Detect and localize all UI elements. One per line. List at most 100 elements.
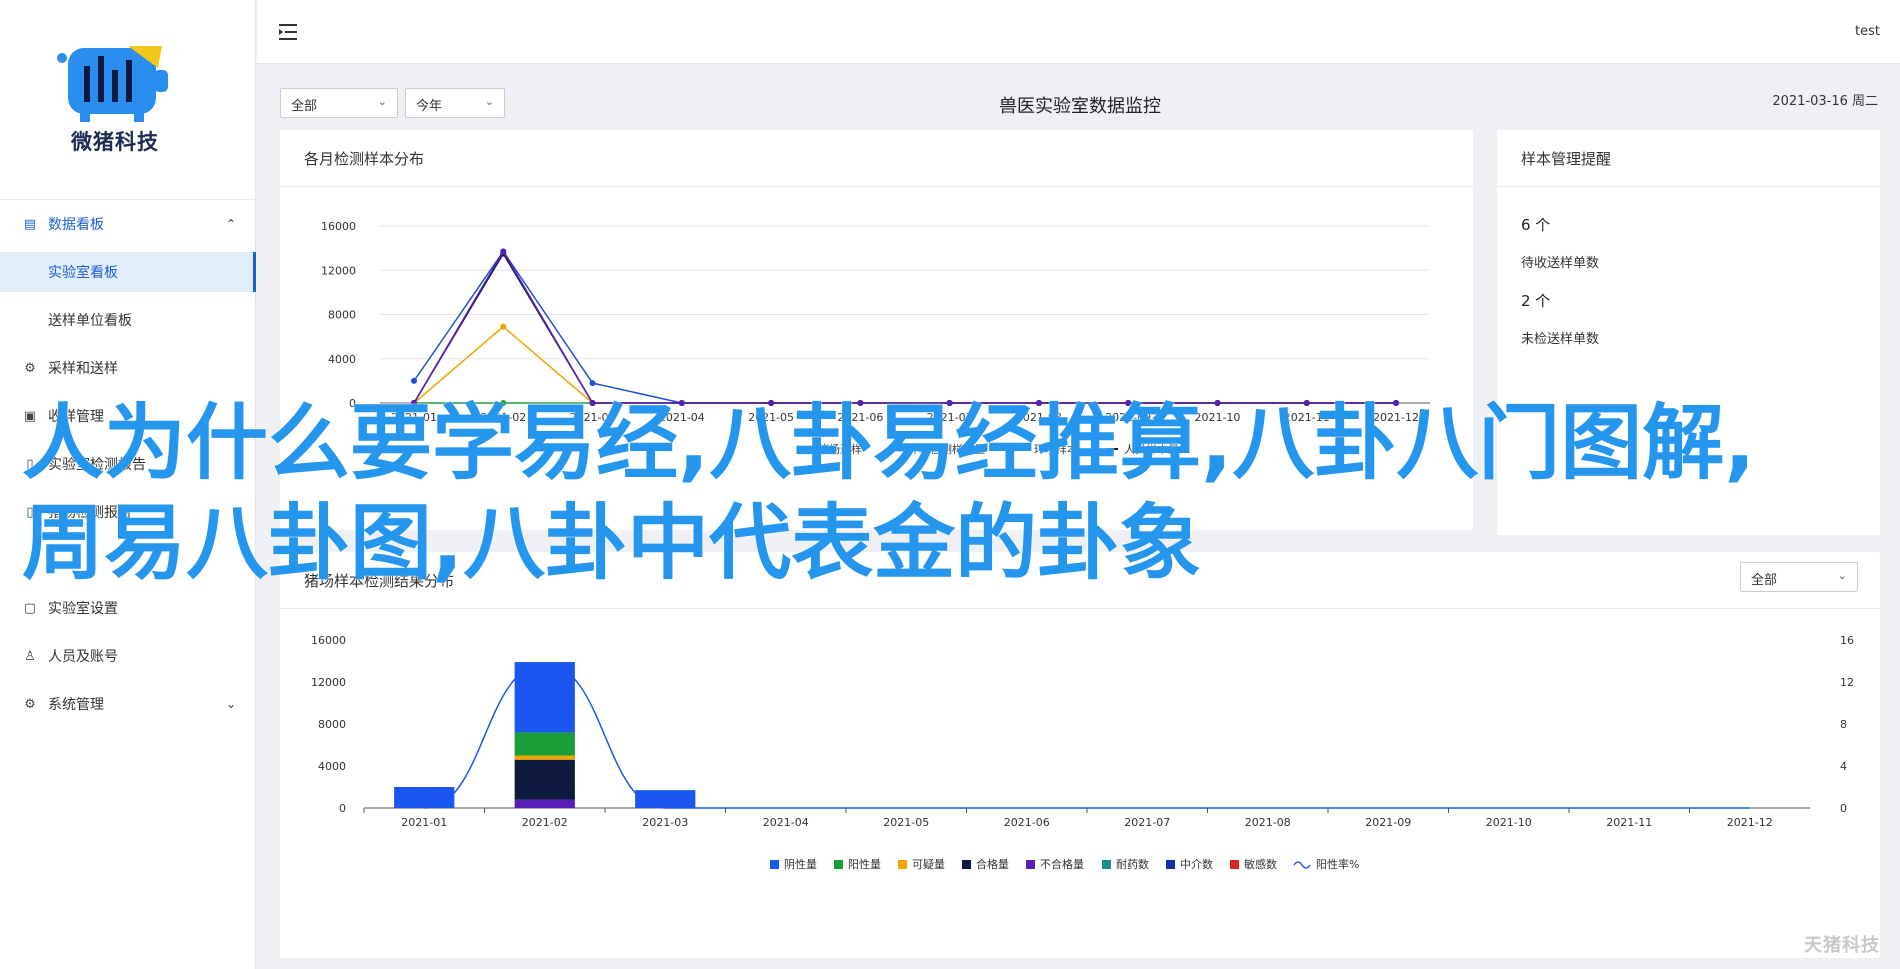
sidebar-item-receive[interactable]: ▣ 收样管理 [0,396,256,436]
data-point [411,377,417,384]
x-tick-label: 2021-07 [1124,816,1170,829]
unchecked-count[interactable]: 2 个 [1521,290,1550,311]
chart2-filter-select[interactable]: 全部 ⌄ [1740,562,1858,592]
legend-label: 阳性量 [848,857,881,871]
x-tick-label: 2021-05 [748,411,794,424]
bar-segment [514,759,575,800]
y-tick-label: 8000 [318,718,346,731]
x-tick-label: 2021-01 [401,816,447,829]
menu-toggle-icon[interactable] [279,22,301,42]
data-point [589,400,596,406]
legend-label: 猪场送样 [818,442,862,456]
series-line [413,249,1396,404]
user-name[interactable]: test [1855,24,1880,39]
y-tick-label: 4000 [328,353,356,366]
sidebar-item-sampling[interactable]: ⚙ 采样和送样 [0,348,256,388]
chevron-down-icon: ⌄ [1837,569,1847,582]
data-point [500,323,507,330]
bar-segment [635,790,696,808]
pending-label: 待收送样单数 [1521,256,1600,271]
legend-label: 耐药数 [1116,858,1149,871]
gear-icon: ⚙ [24,696,36,712]
legend-label: 中介数 [1180,858,1213,871]
data-point [589,380,596,387]
y-tick-label: 0 [349,397,356,410]
scope-select-value: 全部 [291,99,318,114]
sidebar-item-users[interactable]: ♙ 人员及账号 [0,636,256,676]
chart2-filter-value: 全部 [1751,573,1778,588]
sidebar-item-label: 实验室设置 [48,601,118,617]
bar-segment [394,787,455,808]
sidebar-item-system[interactable]: ⚙ 系统管理 ⌄ [0,684,256,724]
legend-label: 人员样本量 [1124,442,1179,456]
data-point [857,400,864,406]
data-point [1214,400,1221,406]
pig-logo-icon [57,46,168,122]
farm-results-chart: 0 4000 8000 12000 16000 0 4 8 12 16 2021-01 2021-02… [311,634,1854,871]
page-title: 兽医实验室数据监控 [999,96,1161,117]
y2-tick-label: 16 [1840,634,1854,647]
sidebar-item-farm-report[interactable]: ▯ 猪场检测报告 [0,492,256,532]
data-point [411,400,417,406]
x-tick-label: 2021-09 [1365,816,1411,829]
sidebar-item-label: 采样和送样 [48,361,118,377]
sample-reminder-card: 样本管理提醒 6 个 待收送样单数 2 个 未检送样单数 [1497,130,1880,535]
x-tick-label: 2021-11 [1284,411,1330,424]
x-tick-label: 2021-06 [1004,816,1050,829]
sidebar-item-lab-report[interactable]: ▯ 实验室检测报告 [0,444,256,484]
sidebar-item-lab-settings[interactable]: ▢ 实验室设置 [0,588,256,628]
sidebar: 微猪科技 ▤ 数据看板 ⌃ 实验室看板 送样单位看板 ⚙ 采样和送样 ▣ 收样管… [0,0,256,969]
x-tick-label: 2021-10 [1486,816,1532,829]
legend-swatch [898,860,907,869]
sidebar-item-label: 数据看板 [48,217,104,233]
legend-label: 合格量 [976,857,1009,871]
y2-tick-label: 4 [1840,760,1847,773]
series-line [413,250,1396,404]
legend-label: 不合格量 [1040,857,1084,871]
x-tick-label: 2021-04 [659,411,705,424]
data-point [768,400,775,406]
chevron-down-icon: ⌄ [377,95,387,108]
legend-swatch [1230,860,1239,869]
chevron-down-icon: ⌄ [484,95,494,108]
app-root: 微猪科技 ▤ 数据看板 ⌃ 实验室看板 送样单位看板 ⚙ 采样和送样 ▣ 收样管… [0,0,1900,969]
series-line [413,252,1396,404]
sidebar-item-dashboard[interactable]: ▤ 数据看板 ⌃ [0,204,256,244]
legend-swatch [962,860,971,869]
y2-tick-label: 0 [1840,802,1847,815]
bar-chart-icon: ▤ [23,216,37,232]
legend-label: 阴性量 [784,857,817,871]
x-tick-label: 2021-02 [480,411,526,424]
sidebar-item-label: 实验室看板 [48,265,118,281]
y-tick-label: 8000 [328,309,356,322]
sidebar-item-lab-board[interactable]: 实验室看板 [0,252,256,292]
scope-select[interactable]: 全部 ⌄ [280,88,398,118]
data-point [946,400,953,406]
period-select[interactable]: 今年 ⌄ [405,88,505,118]
legend-swatch [1293,861,1311,869]
sidebar-item-label: 系统管理 [48,697,104,713]
monthly-samples-chart: 0 4000 8000 12000 16000 2021-01 2021-02 2021-03… [321,220,1430,456]
watermark: 天猪科技 [1804,935,1880,956]
divider [280,608,1880,609]
x-tick-label: 2021-10 [1194,411,1240,424]
farm-report-icon: ▯ [26,504,34,520]
bar-segment [514,662,575,733]
data-point [1035,400,1042,406]
legend-swatch [770,860,779,869]
data-point [1125,400,1132,406]
divider [1497,186,1880,187]
x-tick-label: 2021-04 [763,816,809,829]
sidebar-item-label: 猪场检测报告 [48,505,132,521]
data-point [1393,400,1399,406]
y-tick-label: 12000 [311,676,346,689]
pending-count[interactable]: 6 个 [1521,214,1550,235]
sidebar-item-label: 送样单位看板 [48,313,132,329]
x-tick-label: 2021-03 [570,411,616,424]
sidebar-item-sender-board[interactable]: 送样单位看板 [0,300,256,340]
legend-label: 环境检测样本量 [908,442,985,456]
x-tick-label: 2021-07 [927,411,973,424]
legend-swatch [1102,860,1111,869]
page-date: 2021-03-16 周二 [1772,94,1878,109]
y2-tick-label: 12 [1840,676,1854,689]
